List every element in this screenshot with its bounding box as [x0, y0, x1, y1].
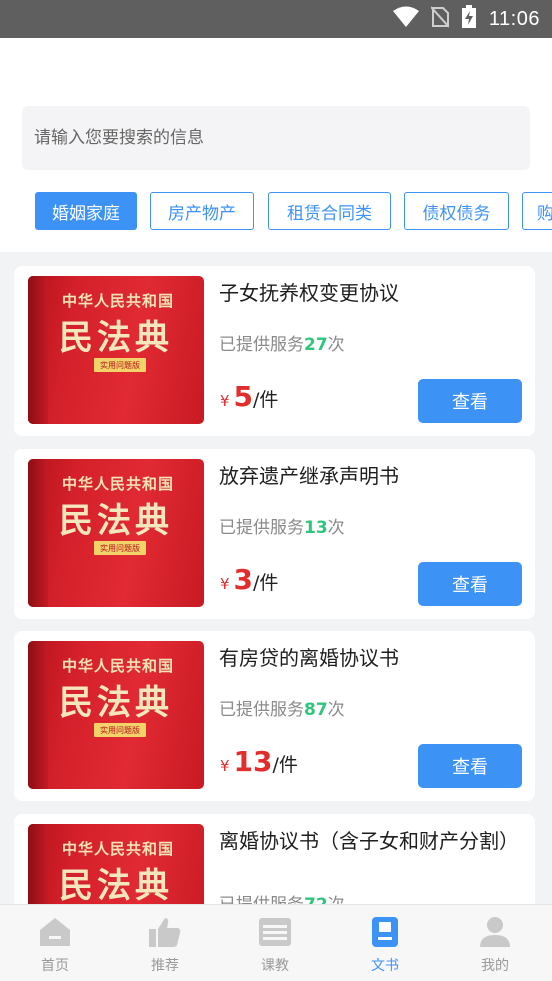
document-card[interactable]: 中华人民共和国 民法典 实用问题版 有房贷的离婚协议书 已提供服务87次 ¥13…	[14, 631, 535, 801]
served-count: 已提供服务87次	[219, 700, 345, 720]
document-title: 子女抚养权变更协议	[219, 281, 399, 305]
category-chip-property[interactable]: 房产物产	[150, 192, 254, 230]
document-title: 放弃遗产继承声明书	[219, 464, 399, 488]
document-card[interactable]: 中华人民共和国 民法典 实用问题版 离婚协议书（含子女和财产分割） 已提供服务7…	[14, 814, 535, 904]
tab-documents[interactable]: 文书	[330, 905, 440, 981]
document-card[interactable]: 中华人民共和国 民法典 实用问题版 子女抚养权变更协议 已提供服务27次 ¥5/…	[14, 266, 535, 436]
category-chip-debt[interactable]: 债权债务	[404, 192, 509, 230]
category-chip-lease-contract[interactable]: 租赁合同类	[268, 192, 391, 230]
book-cover-image: 中华人民共和国 民法典 实用问题版	[28, 276, 204, 424]
tab-recommend[interactable]: 推荐	[110, 905, 220, 981]
thumbs-up-icon	[148, 915, 182, 949]
tab-mine[interactable]: 我的	[440, 905, 550, 981]
bottom-tab-bar: 首页 推荐 课教 文书 我的	[0, 904, 552, 981]
tab-home[interactable]: 首页	[0, 905, 110, 981]
book-cover-image: 中华人民共和国 民法典 实用问题版	[28, 824, 204, 904]
document-list: 中华人民共和国 民法典 实用问题版 子女抚养权变更协议 已提供服务27次 ¥5/…	[0, 252, 552, 904]
category-chip-marriage-family[interactable]: 婚姻家庭	[35, 192, 137, 230]
document-title: 离婚协议书（含子女和财产分割）	[219, 829, 519, 853]
search-input[interactable]	[34, 128, 530, 148]
status-bar: 11:06	[0, 0, 552, 38]
wifi-icon	[392, 6, 419, 32]
category-chips: 婚姻家庭 房产物产 租赁合同类 债权债务 购	[0, 192, 552, 232]
book-cover-image: 中华人民共和国 民法典 实用问题版	[28, 459, 204, 607]
no-sim-icon	[430, 6, 450, 32]
price: ¥3/件	[220, 563, 279, 596]
served-count: 已提供服务13次	[219, 518, 345, 538]
user-icon	[478, 915, 512, 949]
status-time: 11:06	[488, 7, 540, 30]
price: ¥13/件	[220, 745, 298, 778]
view-button[interactable]: 查看	[418, 562, 522, 606]
book-cover-image: 中华人民共和国 民法典 实用问题版	[28, 641, 204, 789]
view-button[interactable]: 查看	[418, 744, 522, 788]
document-title: 有房贷的离婚协议书	[219, 646, 399, 670]
header: 婚姻家庭 房产物产 租赁合同类 债权债务 购	[0, 38, 552, 252]
view-button[interactable]: 查看	[418, 379, 522, 423]
battery-charging-icon	[461, 5, 477, 33]
search-bar[interactable]	[22, 106, 530, 170]
served-count: 已提供服务72次	[219, 890, 345, 904]
category-chip-purchase[interactable]: 购	[522, 192, 552, 230]
home-icon	[38, 915, 72, 949]
list-icon	[258, 915, 292, 949]
price: ¥5/件	[220, 380, 279, 413]
document-icon	[368, 915, 402, 949]
tab-courses[interactable]: 课教	[220, 905, 330, 981]
served-count: 已提供服务27次	[219, 335, 345, 355]
document-card[interactable]: 中华人民共和国 民法典 实用问题版 放弃遗产继承声明书 已提供服务13次 ¥3/…	[14, 449, 535, 619]
